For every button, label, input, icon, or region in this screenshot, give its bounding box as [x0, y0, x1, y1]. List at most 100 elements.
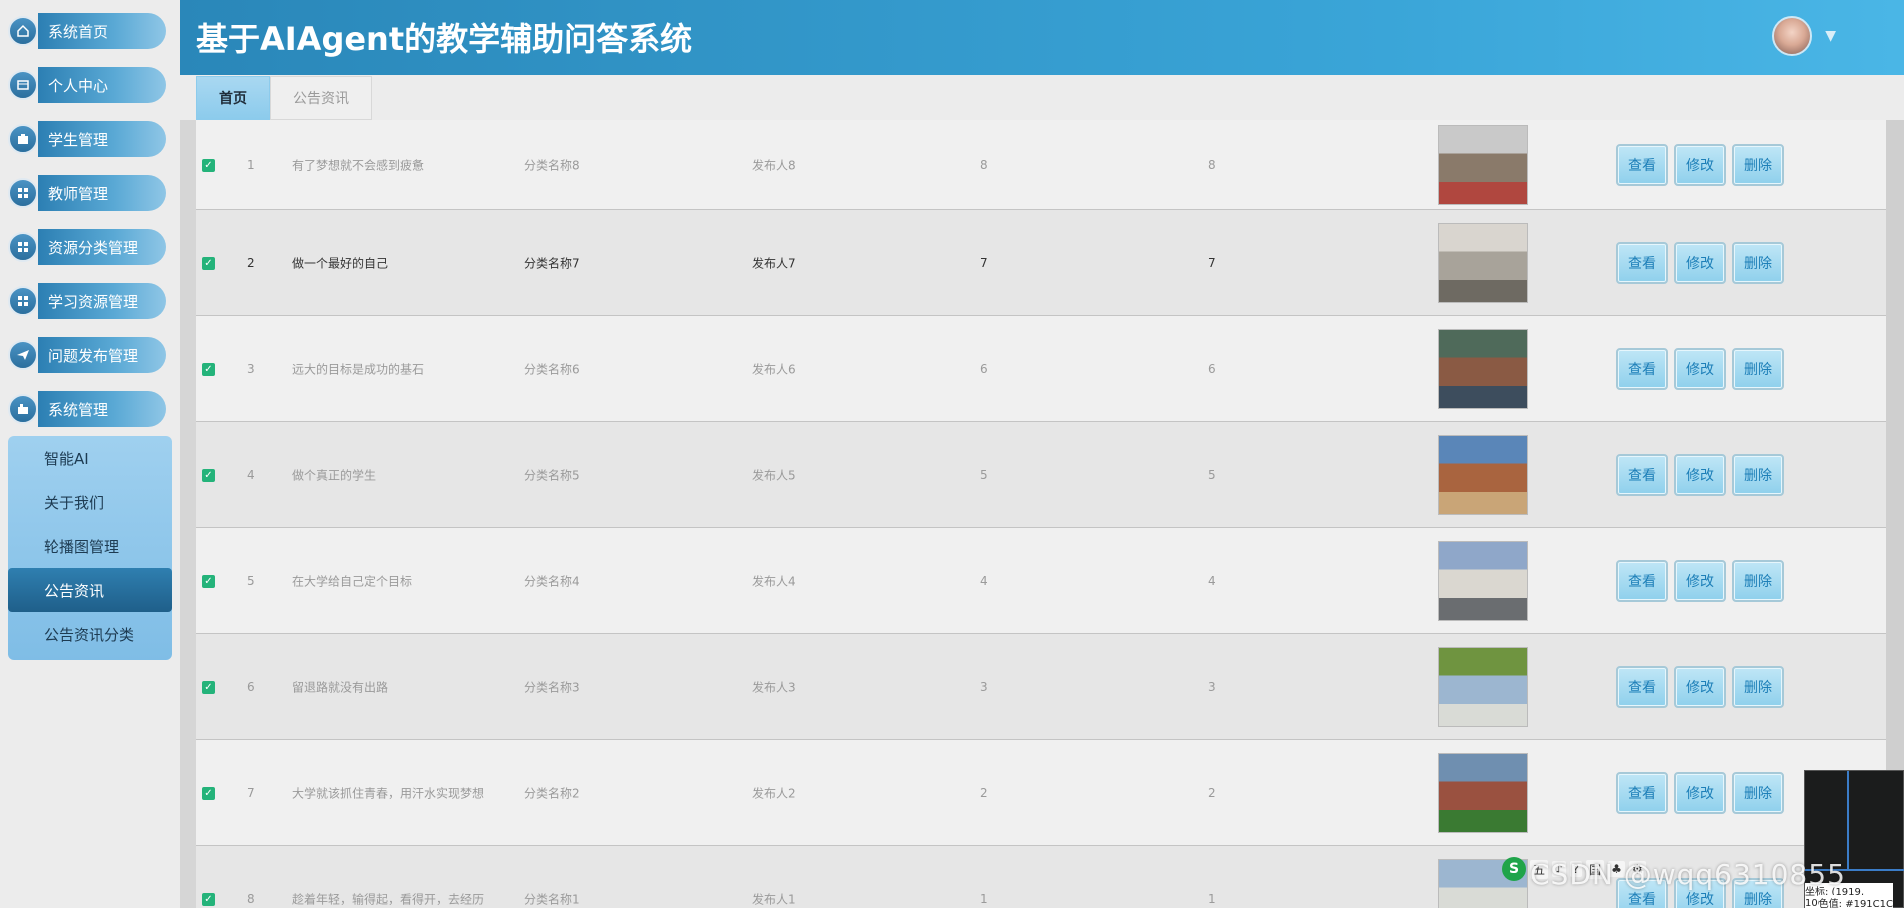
row-publisher: 发布人3	[752, 680, 796, 694]
row-count-2: 1	[1208, 891, 1216, 906]
row-category: 分类名称4	[524, 574, 580, 588]
sidebar-item-learning-resources[interactable]: 学习资源管理	[8, 282, 166, 320]
row-publisher: 发布人4	[752, 574, 796, 588]
color-readout: 色值: #191C1C	[1818, 895, 1893, 908]
row-thumbnail-image[interactable]	[1438, 540, 1528, 621]
row-category: 分类名称2	[524, 786, 580, 800]
view-button[interactable]: 查看	[1616, 347, 1668, 390]
sidebar-item-profile[interactable]: 个人中心	[8, 66, 166, 104]
sidebar: 系统首页 个人中心 学生管理 教师管理 资源分类管理 学习资源管理 问题发布管理…	[0, 0, 180, 908]
submenu-item-about[interactable]: 关于我们	[8, 480, 172, 524]
row-category: 分类名称1	[524, 892, 580, 906]
row-count-2: 4	[1208, 573, 1216, 588]
row-thumbnail-image[interactable]	[1438, 646, 1528, 727]
sidebar-item-home[interactable]: 系统首页	[8, 12, 166, 50]
row-category: 分类名称5	[524, 468, 580, 482]
row-publisher: 发布人7	[752, 256, 796, 270]
ime-logo-icon[interactable]: S	[1502, 857, 1526, 881]
row-title: 做个真正的学生	[292, 468, 377, 482]
row-checkbox[interactable]: ✓	[202, 892, 215, 906]
sidebar-item-label: 系统首页	[38, 13, 166, 49]
table-row[interactable]: ✓ 7 大学就该抓住青春，用汗水实现梦想 分类名称2 发布人2 2 2 查看 修改 删除	[196, 740, 1886, 846]
row-count: 6	[980, 361, 988, 376]
edit-button[interactable]: 修改	[1674, 771, 1726, 814]
submenu-item-news[interactable]: 公告资讯	[8, 568, 172, 612]
edit-button[interactable]: 修改	[1674, 665, 1726, 708]
sidebar-item-label: 学生管理	[38, 121, 166, 157]
delete-button[interactable]: 删除	[1732, 143, 1784, 186]
edit-button[interactable]: 修改	[1674, 559, 1726, 602]
table-row[interactable]: ✓ 1 有了梦想就不会感到疲惫 分类名称8 发布人8 8 8 查看 修改 删除	[196, 120, 1886, 210]
row-count-2: 6	[1208, 361, 1216, 376]
sidebar-item-teachers[interactable]: 教师管理	[8, 174, 166, 212]
edit-button[interactable]: 修改	[1674, 143, 1726, 186]
view-button[interactable]: 查看	[1616, 143, 1668, 186]
app-header: 基于AIAgent的教学辅助问答系统 ▼	[180, 0, 1904, 75]
view-button[interactable]: 查看	[1616, 559, 1668, 602]
view-button[interactable]: 查看	[1616, 665, 1668, 708]
view-button[interactable]: 查看	[1616, 453, 1668, 496]
edit-button[interactable]: 修改	[1674, 453, 1726, 496]
sidebar-item-system[interactable]: 系统管理	[8, 390, 166, 428]
view-button[interactable]: 查看	[1616, 241, 1668, 284]
row-publisher: 发布人5	[752, 468, 796, 482]
row-title: 在大学给自己定个目标	[292, 574, 413, 588]
row-checkbox[interactable]: ✓	[202, 574, 215, 588]
edit-button[interactable]: 修改	[1674, 241, 1726, 284]
table-row[interactable]: ✓ 4 做个真正的学生 分类名称5 发布人5 5 5 查看 修改 删除	[196, 422, 1886, 528]
grid-icon	[8, 232, 38, 262]
submenu-item-ai[interactable]: 智能AI	[8, 436, 172, 480]
row-title: 远大的目标是成功的基石	[292, 362, 425, 376]
row-thumbnail-image[interactable]	[1438, 752, 1528, 833]
grid-icon	[8, 286, 38, 316]
table-row[interactable]: ✓ 3 远大的目标是成功的基石 分类名称6 发布人6 6 6 查看 修改 删除	[196, 316, 1886, 422]
row-title: 大学就该抓住青春，用汗水实现梦想	[292, 786, 485, 800]
row-checkbox[interactable]: ✓	[202, 680, 215, 694]
row-index: 6	[247, 679, 255, 694]
delete-button[interactable]: 删除	[1732, 453, 1784, 496]
row-category: 分类名称7	[524, 256, 580, 270]
row-checkbox[interactable]: ✓	[202, 362, 215, 376]
row-checkbox[interactable]: ✓	[202, 256, 215, 270]
delete-button[interactable]: 删除	[1732, 241, 1784, 284]
home-icon	[8, 16, 38, 46]
row-index: 2	[247, 255, 255, 270]
submenu-item-news-category[interactable]: 公告资讯分类	[8, 612, 172, 656]
csdn-watermark: CSDN @wqq6310855	[1530, 858, 1846, 891]
row-thumbnail-image[interactable]	[1438, 434, 1528, 515]
table-row[interactable]: ✓ 5 在大学给自己定个目标 分类名称4 发布人4 4 4 查看 修改 删除	[196, 528, 1886, 634]
row-checkbox[interactable]: ✓	[202, 158, 215, 172]
delete-button[interactable]: 删除	[1732, 559, 1784, 602]
row-count: 5	[980, 467, 988, 482]
avatar[interactable]	[1772, 16, 1812, 56]
sidebar-item-resource-category[interactable]: 资源分类管理	[8, 228, 166, 266]
row-thumbnail-image[interactable]	[1438, 328, 1528, 409]
sidebar-item-questions[interactable]: 问题发布管理	[8, 336, 166, 374]
news-table: ✓ 1 有了梦想就不会感到疲惫 分类名称8 发布人8 8 8 查看 修改 删除 ✓ 2 做一个最好的自己…	[196, 120, 1886, 908]
row-title: 留退路就没有出路	[292, 680, 389, 694]
table-row[interactable]: ✓ 2 做一个最好的自己 分类名称7 发布人7 7 7 查看 修改 删除	[196, 210, 1886, 316]
row-thumbnail-image[interactable]	[1438, 222, 1528, 303]
row-thumbnail-image[interactable]	[1438, 124, 1528, 205]
delete-button[interactable]: 删除	[1732, 347, 1784, 390]
row-checkbox[interactable]: ✓	[202, 468, 215, 482]
settings-icon	[8, 394, 38, 424]
delete-button[interactable]: 删除	[1732, 665, 1784, 708]
chevron-down-icon[interactable]: ▼	[1825, 28, 1836, 44]
delete-button[interactable]: 删除	[1732, 771, 1784, 814]
view-button[interactable]: 查看	[1616, 771, 1668, 814]
edit-button[interactable]: 修改	[1674, 347, 1726, 390]
row-count: 4	[980, 573, 988, 588]
tab-home[interactable]: 首页	[196, 76, 270, 120]
sidebar-item-students[interactable]: 学生管理	[8, 120, 166, 158]
table-row[interactable]: ✓ 6 留退路就没有出路 分类名称3 发布人3 3 3 查看 修改 删除	[196, 634, 1886, 740]
row-category: 分类名称3	[524, 680, 580, 694]
tab-news[interactable]: 公告资讯	[270, 76, 372, 120]
row-count: 3	[980, 679, 988, 694]
row-category: 分类名称6	[524, 362, 580, 376]
page-title: 基于AIAgent的教学辅助问答系统	[196, 20, 693, 58]
sidebar-item-label: 资源分类管理	[38, 229, 166, 265]
row-checkbox[interactable]: ✓	[202, 786, 215, 800]
submenu-item-carousel[interactable]: 轮播图管理	[8, 524, 172, 568]
row-count: 1	[980, 891, 988, 906]
